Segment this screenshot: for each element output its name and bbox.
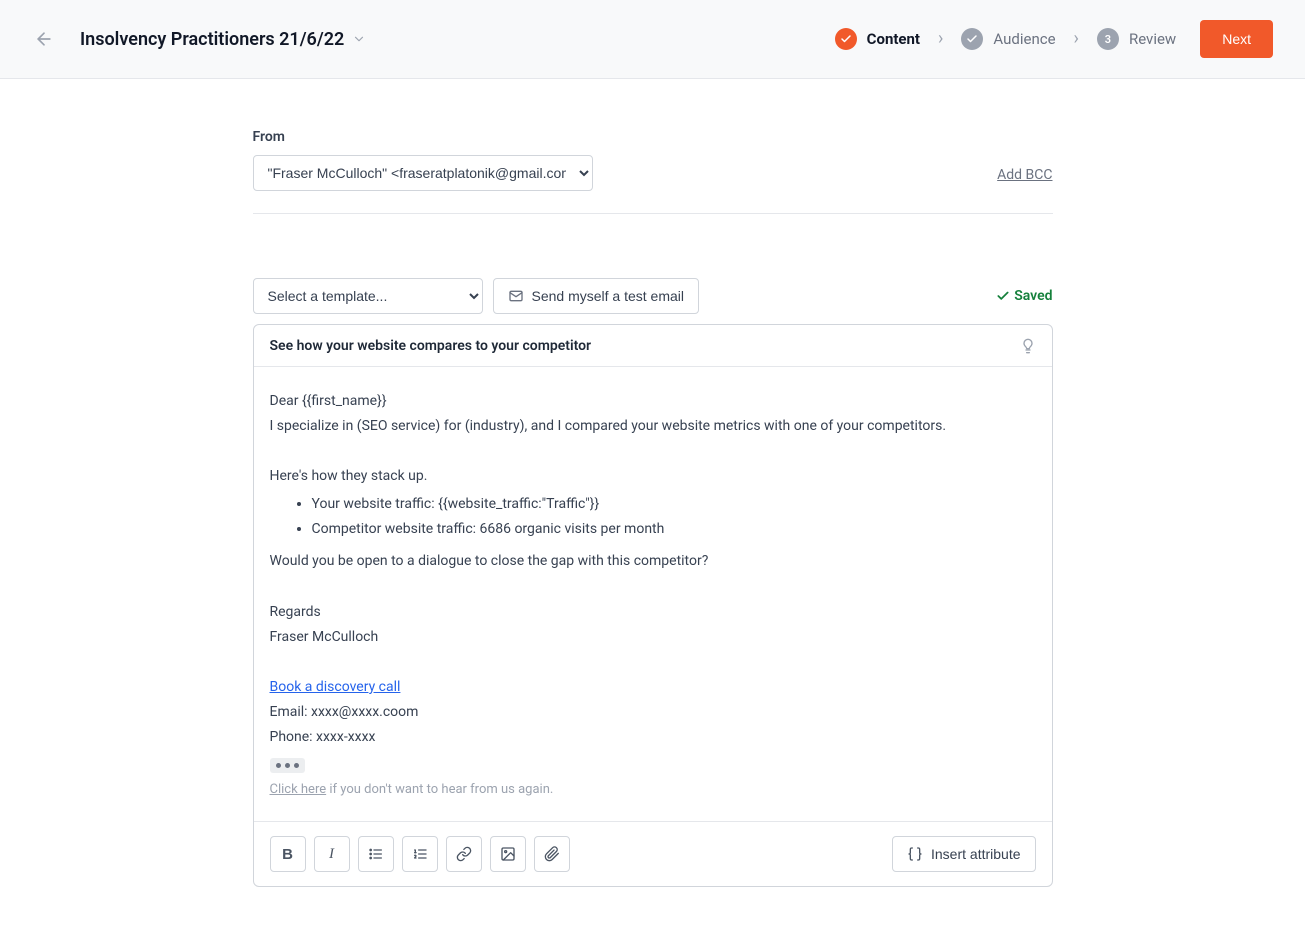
insert-attribute-label: Insert attribute: [931, 846, 1021, 862]
spacer: [270, 575, 1036, 600]
step-label: Content: [867, 30, 920, 48]
list-item: Competitor website traffic: 6686 organic…: [312, 517, 1036, 543]
from-field-group: From "Fraser McCulloch" <fraseratplatoni…: [253, 129, 593, 191]
link-button[interactable]: [446, 836, 482, 872]
chevron-down-icon: [352, 32, 366, 46]
chevron-right-icon: ›: [938, 30, 943, 48]
bold-icon: B: [282, 846, 293, 863]
bullet-list-button[interactable]: [358, 836, 394, 872]
send-test-email-label: Send myself a test email: [532, 288, 685, 304]
body-stack-intro: Here's how they stack up.: [270, 464, 1036, 489]
page-title[interactable]: Insolvency Practitioners 21/6/22: [80, 29, 366, 50]
add-bcc-link[interactable]: Add BCC: [997, 167, 1052, 183]
bullet-list-icon: [368, 846, 384, 862]
editor-toolbar: B I Insert attribute: [254, 821, 1052, 886]
unsubscribe-line: Click here if you don't want to hear fro…: [270, 778, 1036, 801]
attachment-button[interactable]: [534, 836, 570, 872]
body-question: Would you be open to a dialogue to close…: [270, 549, 1036, 574]
step-audience[interactable]: Audience: [961, 28, 1055, 50]
step-content[interactable]: Content: [835, 28, 920, 50]
subject-input[interactable]: See how your website compares to your co…: [270, 338, 592, 354]
send-test-email-button[interactable]: Send myself a test email: [493, 278, 700, 314]
unsubscribe-link[interactable]: Click here: [270, 782, 327, 797]
template-row: Select a template... Send myself a test …: [253, 278, 1053, 314]
email-editor: See how your website compares to your co…: [253, 324, 1053, 887]
image-button[interactable]: [490, 836, 526, 872]
italic-icon: I: [329, 846, 334, 863]
body-bullet-list: Your website traffic: {{website_traffic:…: [300, 492, 1036, 544]
divider: [253, 213, 1053, 214]
saved-status: Saved: [996, 288, 1052, 304]
body-phone-line: Phone: xxxx-xxxx: [270, 725, 1036, 750]
from-select[interactable]: "Fraser McCulloch" <fraseratplatonik@gma…: [253, 155, 593, 191]
ordered-list-icon: [412, 846, 428, 862]
app-header: Insolvency Practitioners 21/6/22 Content…: [0, 0, 1305, 79]
step-review[interactable]: 3 Review: [1097, 28, 1176, 50]
ordered-list-button[interactable]: [402, 836, 438, 872]
body-regards: Regards: [270, 600, 1036, 625]
check-icon: [835, 28, 857, 50]
italic-button[interactable]: I: [314, 836, 350, 872]
bold-button[interactable]: B: [270, 836, 306, 872]
spacer: [270, 439, 1036, 464]
link-icon: [456, 846, 472, 862]
back-button[interactable]: [32, 27, 56, 51]
from-label: From: [253, 129, 593, 145]
signature-collapse-dots[interactable]: [270, 758, 305, 773]
insert-attribute-button[interactable]: Insert attribute: [892, 836, 1036, 872]
image-icon: [500, 846, 516, 862]
from-row: From "Fraser McCulloch" <fraseratplatoni…: [253, 129, 1053, 191]
check-icon: [996, 289, 1010, 303]
subject-row: See how your website compares to your co…: [254, 325, 1052, 367]
body-greeting: Dear {{first_name}}: [270, 389, 1036, 414]
arrow-left-icon: [34, 29, 54, 49]
step-label: Audience: [993, 30, 1055, 48]
braces-icon: [907, 846, 923, 862]
unsubscribe-rest: if you don't want to hear from us again.: [326, 782, 553, 797]
next-button[interactable]: Next: [1200, 20, 1273, 58]
paperclip-icon: [544, 846, 560, 862]
lightbulb-icon[interactable]: [1020, 338, 1036, 354]
email-body[interactable]: Dear {{first_name}} I specialize in (SEO…: [254, 367, 1052, 821]
cta-link[interactable]: Book a discovery call: [270, 679, 401, 695]
spacer: [270, 650, 1036, 675]
saved-label: Saved: [1014, 288, 1052, 304]
stepper: Content › Audience › 3 Review: [835, 28, 1177, 50]
body-intro: I specialize in (SEO service) for (indus…: [270, 414, 1036, 439]
step-number-badge: 3: [1097, 28, 1119, 50]
chevron-right-icon: ›: [1074, 30, 1079, 48]
page-title-text: Insolvency Practitioners 21/6/22: [80, 29, 344, 50]
main-content: From "Fraser McCulloch" <fraseratplatoni…: [253, 79, 1053, 927]
body-email-line: Email: xxxx@xxxx.coom: [270, 700, 1036, 725]
step-label: Review: [1129, 30, 1176, 48]
template-select[interactable]: Select a template...: [253, 278, 483, 314]
list-item: Your website traffic: {{website_traffic:…: [312, 492, 1036, 518]
check-icon: [961, 28, 983, 50]
envelope-icon: [508, 288, 524, 304]
body-sender-name: Fraser McCulloch: [270, 625, 1036, 650]
